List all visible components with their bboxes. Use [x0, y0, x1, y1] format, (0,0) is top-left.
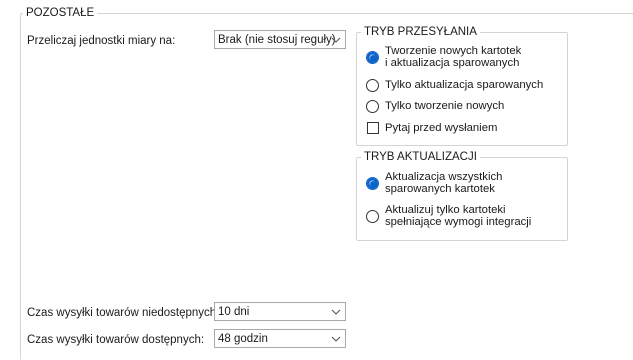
- shipping-available-label: Czas wysyłki towarów dostępnych:: [27, 334, 205, 346]
- radio-create-and-update[interactable]: [366, 51, 379, 64]
- other-settings-title: POZOSTAŁE: [23, 7, 98, 20]
- radio-create-only[interactable]: [366, 100, 379, 113]
- update-mode-title: TRYB AKTUALIZACJI: [361, 151, 480, 164]
- chevron-down-icon: [331, 37, 341, 43]
- radio-create-and-update-label-2: i aktualizacja sparowanych: [385, 57, 520, 69]
- radio-update-matching[interactable]: [366, 210, 379, 223]
- shipping-unavailable-select[interactable]: 10 dni: [214, 302, 346, 321]
- units-conversion-select[interactable]: Brak (nie stosuj reguły): [214, 30, 346, 49]
- shipping-available-select[interactable]: 48 godzin: [214, 329, 346, 348]
- ask-before-send-label: Pytaj przed wysłaniem: [385, 122, 498, 134]
- shipping-unavailable-value: 10 dni: [218, 306, 250, 318]
- shipping-unavailable-label: Czas wysyłki towarów niedostępnych:: [27, 307, 220, 319]
- ask-before-send-checkbox[interactable]: [367, 122, 379, 134]
- radio-update-all[interactable]: [366, 177, 379, 190]
- radio-update-all-label-1: Aktualizacja wszystkich: [385, 171, 503, 183]
- shipping-available-value: 48 godzin: [218, 333, 268, 345]
- radio-update-only-label: Tylko aktualizacja sparowanych: [385, 79, 544, 91]
- radio-update-all-label-2: sparowanych kartotek: [385, 183, 495, 195]
- units-conversion-value: Brak (nie stosuj reguły): [218, 34, 336, 46]
- radio-update-matching-label-2: spełniające wymogi integracji: [385, 216, 532, 228]
- transfer-mode-title: TRYB PRZESYŁANIA: [361, 26, 480, 39]
- chevron-down-icon: [331, 309, 341, 315]
- radio-update-matching-label-1: Aktualizuj tylko kartoteki: [385, 204, 506, 216]
- chevron-down-icon: [331, 336, 341, 342]
- units-conversion-label: Przeliczaj jednostki miary na:: [27, 35, 176, 47]
- radio-update-only[interactable]: [366, 79, 379, 92]
- radio-create-and-update-label-1: Tworzenie nowych kartotek: [385, 45, 522, 57]
- radio-create-only-label: Tylko tworzenie nowych: [385, 100, 505, 112]
